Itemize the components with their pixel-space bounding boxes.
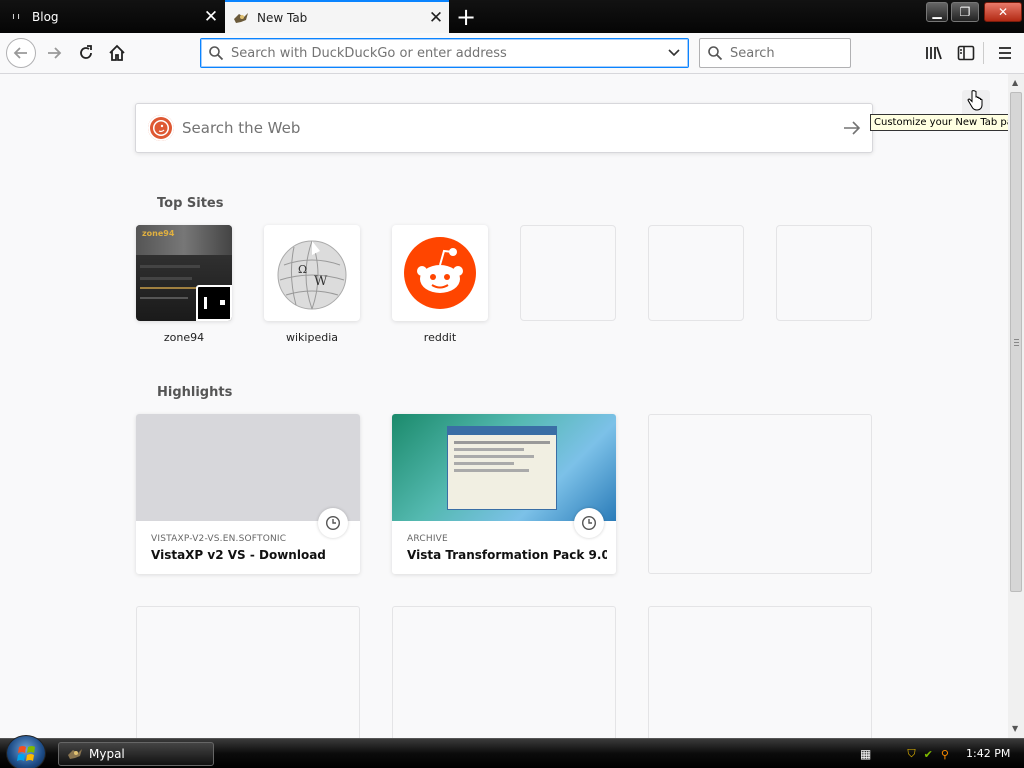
vertical-scrollbar[interactable]: ▲ ▼ [1008, 74, 1024, 738]
highlight-thumbnail [392, 414, 616, 521]
toolbar-separator [983, 42, 984, 64]
empty-site-tile [648, 225, 744, 321]
top-site-reddit[interactable]: reddit [392, 225, 488, 344]
top-site-empty[interactable] [776, 225, 872, 321]
reload-icon [80, 45, 92, 59]
library-button[interactable] [920, 39, 948, 67]
top-sites-heading: Top Sites [157, 196, 224, 211]
duckduckgo-logo-icon [148, 115, 174, 141]
reddit-logo-icon [404, 237, 476, 309]
mypal-favicon-icon [233, 10, 249, 26]
search-tray-icon[interactable]: ⚲ [941, 748, 949, 761]
empty-highlight-card [392, 606, 616, 738]
scroll-down-icon[interactable]: ▼ [1012, 724, 1018, 733]
dropdown-icon[interactable] [660, 48, 688, 58]
site-label: reddit [423, 331, 457, 344]
taskbar-clock[interactable]: 1:42 PM [966, 747, 1010, 760]
customize-tooltip: Customize your New Tab page [870, 114, 1008, 131]
forward-button[interactable] [40, 39, 68, 67]
home-button[interactable] [103, 39, 131, 67]
close-window-button[interactable]: ✕ [984, 2, 1022, 22]
new-tab-page: Top Sites zone94 zone94 Ω W [0, 74, 1008, 738]
empty-site-tile [520, 225, 616, 321]
sidebar-icon [957, 45, 975, 61]
security-shield-icon[interactable]: ⛉ [907, 747, 915, 761]
forward-arrow-icon [48, 47, 62, 59]
start-button[interactable] [6, 735, 46, 768]
empty-highlight-card [136, 606, 360, 738]
back-button[interactable] [6, 38, 36, 68]
zone94-favicon-icon [196, 285, 232, 321]
url-bar[interactable] [200, 38, 689, 68]
taskbar: Mypal ▦ ⛉ ✔ ⚲ 1:42 PM [0, 735, 1024, 768]
search-icon [201, 45, 231, 61]
scroll-up-icon[interactable]: ▲ [1012, 78, 1018, 87]
highlight-card[interactable]: ARCHIVE Vista Transformation Pack 9.0.1 … [392, 414, 616, 574]
clock-icon [318, 508, 348, 538]
menu-button[interactable] [991, 39, 1019, 67]
highlight-card[interactable]: VISTAXP-V2-VS.EN.SOFTONIC VistaXP v2 VS … [136, 414, 360, 574]
arrow-right-icon [844, 121, 861, 135]
highlight-title: VistaXP v2 VS - Download [151, 548, 326, 562]
top-site-wikipedia[interactable]: Ω W wikipedia [264, 225, 360, 344]
highlight-title: Vista Transformation Pack 9.0.1 :... [407, 548, 607, 562]
web-search-input[interactable] [182, 119, 832, 137]
tab-title: Blog [32, 9, 59, 24]
search-icon [700, 45, 730, 61]
scrollbar-thumb[interactable] [1010, 92, 1022, 592]
web-search-box[interactable] [135, 103, 873, 153]
new-tab-button[interactable]: + [452, 3, 480, 31]
empty-highlight-card [648, 606, 872, 738]
tab-blog[interactable]: ı ı Blog ✕ [0, 0, 224, 33]
site-thumbnail: Ω W [264, 225, 360, 321]
site-thumbnail: zone94 [136, 225, 232, 321]
maximize-button[interactable]: ❐ [951, 2, 979, 22]
top-site-empty[interactable] [520, 225, 616, 321]
search-bar[interactable] [699, 38, 851, 68]
tab-new-tab[interactable]: New Tab ✕ [225, 0, 449, 33]
empty-highlight-card [648, 414, 872, 574]
windows-logo-icon [17, 746, 35, 761]
minimize-button[interactable]: ▁ [926, 2, 948, 22]
tab-strip: ı ı Blog ✕ New Tab ✕ + ▁ ❐ ✕ [0, 0, 1024, 33]
library-icon [926, 46, 942, 60]
site-label: zone94 [163, 331, 205, 344]
empty-site-tile [776, 225, 872, 321]
clock-icon [574, 508, 604, 538]
keyboard-icon[interactable]: ▦ [860, 747, 871, 761]
highlights-heading: Highlights [157, 385, 233, 400]
close-tab-icon[interactable]: ✕ [198, 4, 224, 30]
network-icon[interactable]: ✔ [924, 748, 933, 761]
tab-title: New Tab [257, 10, 308, 25]
search-input[interactable] [730, 45, 850, 61]
hamburger-menu-icon [999, 47, 1011, 59]
highlight-source: ARCHIVE [407, 534, 448, 544]
top-site-empty[interactable] [648, 225, 744, 321]
search-go-button[interactable] [832, 121, 872, 135]
taskbar-app-label: Mypal [89, 747, 125, 761]
system-tray: ▦ ⛉ ✔ ⚲ [860, 739, 949, 768]
highlight-thumbnail [136, 414, 360, 521]
svg-text:W: W [314, 274, 328, 289]
reload-button[interactable] [72, 39, 100, 67]
back-arrow-icon [13, 47, 27, 59]
site-thumbnail [392, 225, 488, 321]
site-label: wikipedia [285, 331, 338, 344]
mypal-app-icon [68, 749, 82, 759]
blog-favicon-icon: ı ı [12, 11, 20, 22]
highlight-source: VISTAXP-V2-VS.EN.SOFTONIC [151, 534, 287, 544]
svg-text:Ω: Ω [298, 263, 307, 276]
sidebar-button[interactable] [952, 39, 980, 67]
hand-cursor-icon [967, 90, 983, 111]
navigation-toolbar [0, 33, 1024, 74]
taskbar-app-mypal[interactable]: Mypal [58, 742, 214, 766]
wikipedia-globe-icon: Ω W [277, 240, 347, 310]
home-icon [109, 44, 125, 61]
top-site-zone94[interactable]: zone94 zone94 [136, 225, 232, 344]
url-input[interactable] [231, 45, 660, 61]
close-tab-icon[interactable]: ✕ [423, 5, 449, 31]
